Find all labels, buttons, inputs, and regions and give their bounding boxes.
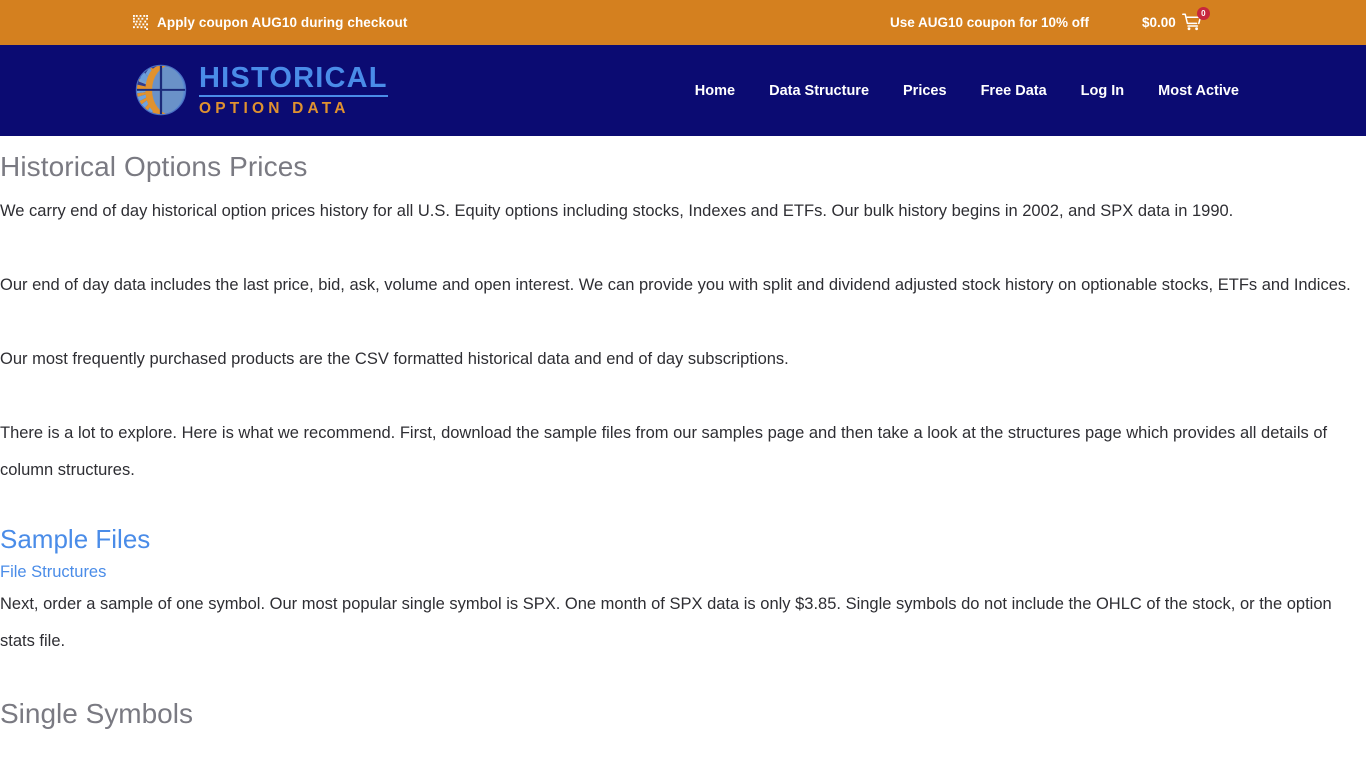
nav-item-data-structure[interactable]: Data Structure [752, 83, 886, 99]
explore-paragraph: There is a lot to explore. Here is what … [0, 423, 1328, 479]
cart-icon-wrap[interactable]: 0 [1181, 6, 1210, 33]
offer-text: Use AUG10 coupon for 10% off [890, 15, 1090, 30]
products-paragraph: Our most frequently purchased products a… [0, 349, 789, 368]
main-navigation: Home Data Structure Prices Free Data Log… [678, 45, 1256, 136]
nav-item-log-in[interactable]: Log In [1064, 83, 1142, 99]
single-symbols-heading: Single Symbols [0, 698, 193, 730]
main-content: Historical Options Prices We carry end o… [0, 150, 1366, 731]
single-symbol-paragraph: Next, order a sample of one symbol. Our … [0, 595, 1332, 651]
coupon-text: Apply coupon AUG10 during checkout [157, 15, 408, 30]
intro-paragraph: We carry end of day historical option pr… [0, 201, 1234, 220]
logo-text-secondary: OPTION DATA [199, 99, 350, 117]
cart-count-badge: 0 [1196, 6, 1210, 20]
site-logo[interactable]: HISTORICAL OPTION DATA [133, 51, 388, 129]
nav-item-home[interactable]: Home [678, 83, 752, 99]
logo-text-primary: HISTORICAL [199, 63, 388, 97]
promo-bar: Apply coupon AUG10 during checkout Use A… [0, 0, 1366, 45]
nav-item-prices[interactable]: Prices [886, 83, 964, 99]
coupon-notice: Apply coupon AUG10 during checkout [133, 15, 407, 30]
cart-total: $0.00 [1142, 15, 1176, 30]
globe-rays-logo-icon [133, 62, 189, 118]
file-structures-link[interactable]: File Structures [0, 558, 106, 586]
nav-item-most-active[interactable]: Most Active [1141, 83, 1256, 99]
sample-files-section: Sample Files File Structures [0, 524, 1366, 587]
eod-data-paragraph: Our end of day data includes the last pr… [0, 275, 1351, 294]
site-header: HISTORICAL OPTION DATA Home Data Structu… [0, 45, 1366, 136]
nav-item-free-data[interactable]: Free Data [964, 83, 1064, 99]
cart-button[interactable]: $0.00 0 [1142, 6, 1210, 33]
page-title: Historical Options Prices [0, 151, 308, 182]
qr-code-icon [133, 15, 148, 30]
sample-files-link[interactable]: Sample Files [0, 524, 150, 555]
